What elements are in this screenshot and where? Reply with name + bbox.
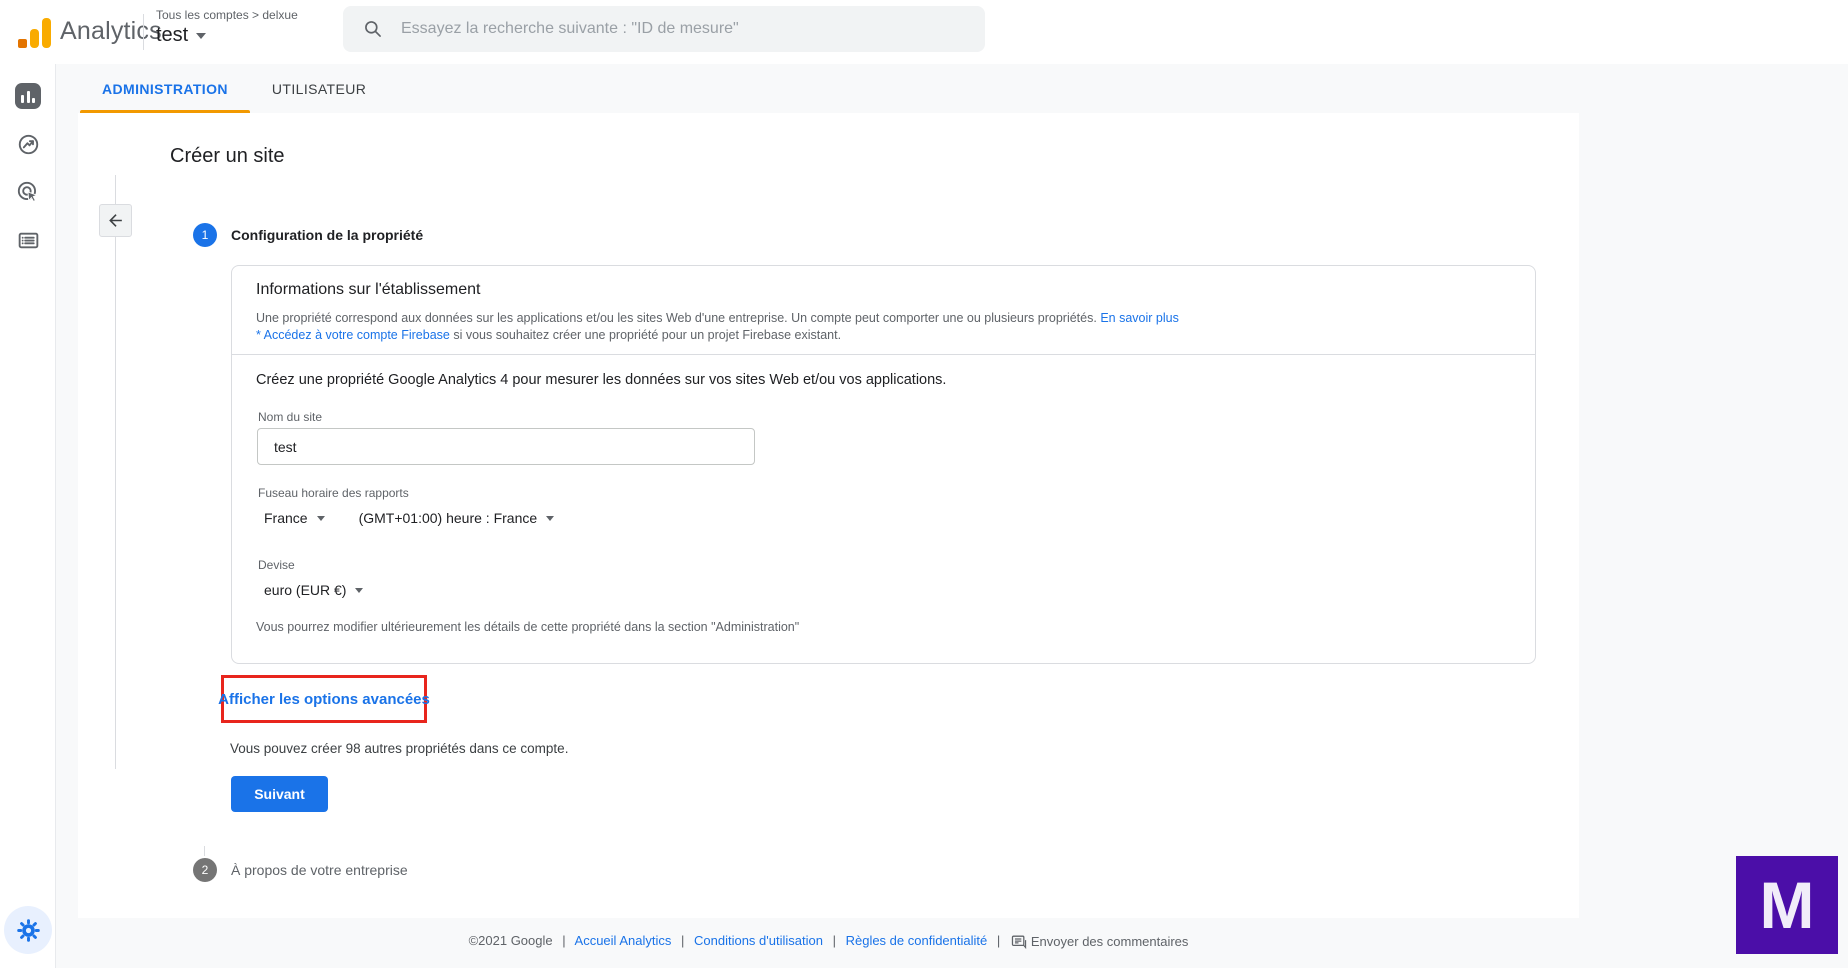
step-1-badge: 1 <box>193 223 217 247</box>
app-name: Analytics <box>60 17 162 45</box>
step-1-label: Configuration de la propriété <box>231 227 424 243</box>
chevron-down-icon <box>316 515 325 521</box>
quota-note: Vous pouvez créer 98 autres propriétés d… <box>230 741 569 756</box>
footer-link-analytics-home[interactable]: Accueil Analytics <box>575 933 672 948</box>
footer-separator: | <box>832 933 836 948</box>
logo-bar-mid <box>30 29 39 48</box>
info-card-title: Informations sur l'établissement <box>256 281 481 298</box>
timezone-label: Fuseau horaire des rapports <box>258 486 409 500</box>
firebase-link[interactable]: * Accédez à votre compte Firebase <box>256 328 450 342</box>
admin-tabbar: ADMINISTRATION UTILISATEUR <box>56 64 1848 113</box>
advanced-options-link[interactable]: Afficher les options avancées <box>218 691 430 708</box>
account-breadcrumb: Tous les comptes > delxue test <box>156 8 298 47</box>
currency-value: euro (EUR €) <box>264 582 347 598</box>
nav-realtime-icon[interactable] <box>0 124 56 164</box>
logo-dot <box>18 39 27 48</box>
chevron-down-icon <box>355 587 364 593</box>
left-nav <box>0 64 56 968</box>
copyright: ©2021 Google <box>468 933 553 948</box>
next-button[interactable]: Suivant <box>231 776 328 812</box>
currency-label: Devise <box>258 558 295 572</box>
info-card-description: Une propriété correspond aux données sur… <box>256 310 1506 344</box>
stepper-connector <box>204 846 205 856</box>
header-divider <box>143 14 144 50</box>
site-name-input[interactable] <box>257 428 755 465</box>
page-title: Créer un site <box>170 145 285 167</box>
currency-dropdown[interactable]: euro (EUR €) <box>264 582 364 598</box>
footer-link-privacy[interactable]: Règles de confidentialité <box>846 933 988 948</box>
search-input[interactable] <box>401 20 941 38</box>
chevron-down-icon <box>546 515 555 521</box>
step-2-label: À propos de votre entreprise <box>231 862 408 878</box>
search-icon <box>365 21 381 37</box>
firebase-rest-text: si vous souhaitez créer une propriété po… <box>453 328 842 342</box>
learn-more-link[interactable]: En savoir plus <box>1100 311 1179 325</box>
tab-utilisateur[interactable]: UTILISATEUR <box>250 64 388 113</box>
account-switcher[interactable]: test <box>156 24 298 47</box>
arrow-left-icon <box>109 214 122 227</box>
analytics-logo-icon[interactable] <box>18 16 52 48</box>
admin-settings-button[interactable] <box>4 906 52 954</box>
breadcrumb: Tous les comptes > delxue <box>156 8 298 22</box>
timezone-country-dropdown[interactable]: France <box>264 510 325 526</box>
timezone-row: France (GMT+01:00) heure : France <box>264 510 555 526</box>
footer-link-terms[interactable]: Conditions d'utilisation <box>694 933 823 948</box>
app-header: Analytics Tous les comptes > delxue test… <box>0 0 1848 64</box>
account-name: test <box>156 24 189 46</box>
gear-icon <box>16 918 40 942</box>
create-site-panel: Créer un site 1 Configuration de la prop… <box>78 113 1579 918</box>
watermark-letter: M <box>1759 868 1815 942</box>
nav-advertising-icon[interactable] <box>0 172 56 212</box>
timezone-value: (GMT+01:00) heure : France <box>358 510 538 526</box>
description-text: Une propriété correspond aux données sur… <box>256 311 1097 325</box>
nav-library-icon[interactable] <box>0 220 56 260</box>
step-2: 2 À propos de votre entreprise <box>193 858 408 882</box>
step-1: 1 Configuration de la propriété <box>193 223 423 247</box>
stepper-line <box>115 175 116 769</box>
watermark-badge: M <box>1736 856 1838 954</box>
timezone-value-dropdown[interactable]: (GMT+01:00) heure : France <box>359 510 555 526</box>
search-bar[interactable] <box>343 6 985 52</box>
ga4-intro-text: Créez une propriété Google Analytics 4 p… <box>256 372 947 388</box>
card-divider <box>232 354 1535 355</box>
tab-utilisateur-label: UTILISATEUR <box>271 80 367 97</box>
tab-administration-label: ADMINISTRATION <box>102 80 228 97</box>
timezone-country-value: France <box>264 510 308 526</box>
admin-library-icon <box>18 232 38 248</box>
footer-separator: | <box>680 933 685 948</box>
currency-row: euro (EUR €) <box>264 582 364 598</box>
footer-separator: | <box>562 933 566 948</box>
footer-separator: | <box>996 933 1001 948</box>
back-button[interactable] <box>99 204 132 237</box>
edit-later-note: Vous pourrez modifier ultérieurement les… <box>256 620 800 634</box>
red-annotation-box: Afficher les options avancées <box>218 675 430 723</box>
property-info-card: Informations sur l'établissement Une pro… <box>231 265 1536 664</box>
bar-chart-icon <box>15 83 41 109</box>
feedback-icon <box>1011 935 1027 950</box>
chevron-down-icon <box>196 32 207 39</box>
tab-administration[interactable]: ADMINISTRATION <box>80 64 250 113</box>
nav-reports-icon[interactable] <box>0 76 56 116</box>
advertising-target-icon <box>17 181 38 202</box>
feedback-label: Envoyer des commentaires <box>1030 934 1189 950</box>
site-name-label: Nom du site <box>258 410 323 424</box>
step-2-badge: 2 <box>193 858 217 882</box>
realtime-trend-icon <box>18 134 38 154</box>
send-feedback[interactable]: Envoyer des commentaires <box>1010 933 1189 950</box>
footer: ©2021 Google | Accueil Analytics | Condi… <box>78 933 1579 950</box>
logo-bar-tall <box>42 18 51 48</box>
